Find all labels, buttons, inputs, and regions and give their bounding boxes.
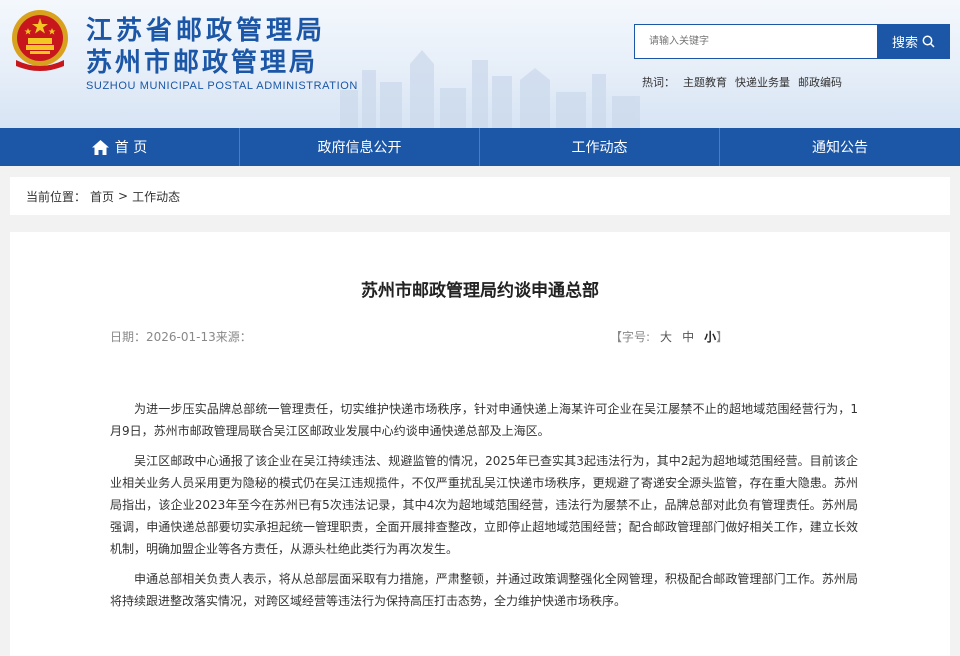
article-body: 为进一步压实品牌总部统一管理责任，切实维护快递市场秩序，针对申通快递上海某许可企… [110, 398, 858, 620]
hot-word-link[interactable]: 主题教育 [683, 74, 727, 90]
hot-words: 热词： 主题教育 快递业务量 邮政编码 [642, 74, 842, 90]
nav-item-work-news[interactable]: 工作动态 [480, 128, 720, 166]
font-size-bracket: 】 [716, 330, 729, 344]
site-title-municipal: 苏州市邮政管理局 [86, 48, 319, 78]
breadcrumb-separator: > [118, 189, 129, 203]
hot-word-link[interactable]: 快递业务量 [735, 74, 790, 90]
search-input[interactable] [634, 24, 878, 59]
hot-word-link[interactable]: 邮政编码 [798, 74, 842, 90]
nav-item-home[interactable]: 首 页 [0, 128, 240, 166]
article-meta: 日期：2026-01-13来源： [110, 330, 252, 344]
search-button[interactable]: 搜索 [877, 24, 950, 59]
font-size-large-button[interactable]: 大 [660, 328, 672, 345]
site-title-english: SUZHOU MUNICIPAL POSTAL ADMINISTRATION [86, 80, 358, 92]
nav-item-gov-info[interactable]: 政府信息公开 [240, 128, 480, 166]
font-size-control: 【字号: 大 中 小 】 [610, 328, 728, 345]
nav-item-notices[interactable]: 通知公告 [720, 128, 960, 166]
main-nav: 首 页 政府信息公开 工作动态 通知公告 [0, 128, 960, 166]
city-skyline-decoration [340, 50, 640, 128]
article-title: 苏州市邮政管理局约谈申通总部 [361, 281, 599, 301]
site-header: 江苏省邮政管理局 苏州市邮政管理局 SUZHOU MUNICIPAL POSTA… [0, 0, 960, 128]
breadcrumb: 当前位置： 首页 > 工作动态 [10, 177, 950, 215]
breadcrumb-current-link[interactable]: 工作动态 [132, 188, 180, 205]
breadcrumb-home-link[interactable]: 首页 [90, 188, 114, 205]
nav-item-label: 首 页 [114, 140, 148, 156]
national-emblem-logo [12, 10, 68, 71]
font-size-small-button[interactable]: 小 [704, 328, 716, 345]
hot-words-label: 热词： [642, 76, 675, 89]
font-size-label: 【字号: [610, 330, 651, 344]
search-button-label: 搜索 [891, 36, 918, 51]
article-paragraph: 为进一步压实品牌总部统一管理责任，切实维护快递市场秩序，针对申通快递上海某许可企… [110, 402, 858, 438]
breadcrumb-label: 当前位置： [26, 189, 87, 204]
font-size-medium-button[interactable]: 中 [682, 328, 694, 345]
article-paragraph: 吴江区邮政中心通报了该企业在吴江持续违法、规避监管的情况，2025年已查实其3起… [110, 454, 858, 556]
article-paragraph: 申通总部相关负责人表示，将从总部层面采取有力措施，严肃整顿，并通过政策调整强化全… [110, 572, 858, 608]
search-icon [922, 35, 935, 48]
article-panel: 苏州市邮政管理局约谈申通总部 日期：2026-01-13来源： 【字号: 大 中… [10, 232, 950, 656]
home-icon [91, 139, 109, 155]
